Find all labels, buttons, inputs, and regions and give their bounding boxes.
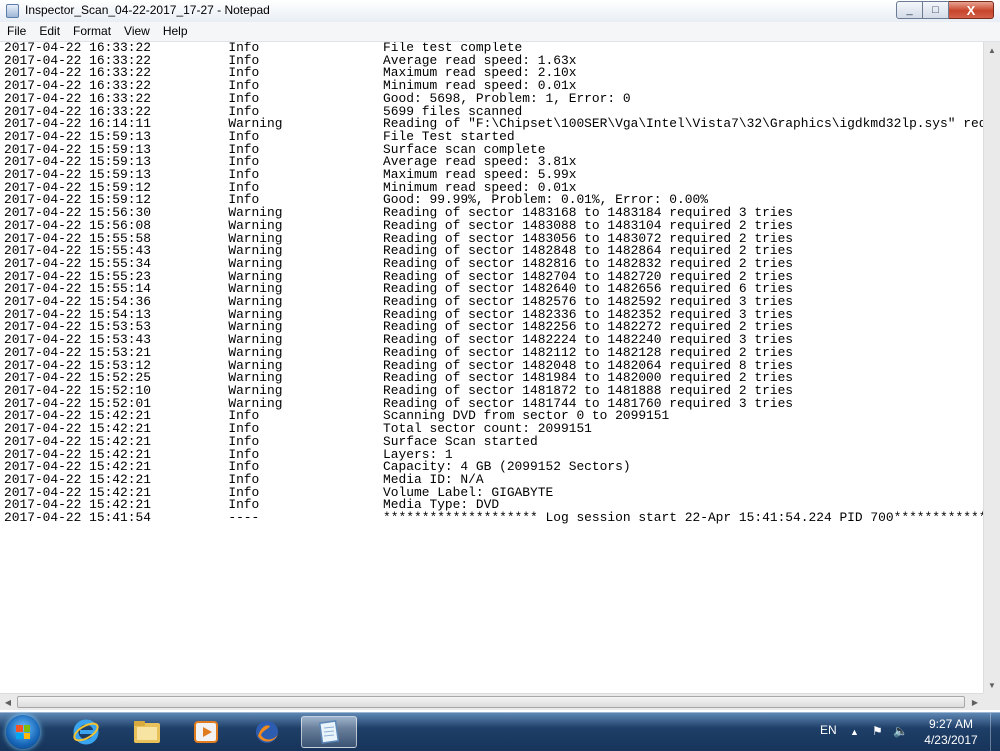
minimize-icon: _ <box>906 4 913 16</box>
firefox-icon <box>256 721 278 743</box>
language-indicator[interactable]: EN <box>820 723 837 737</box>
scroll-down-icon[interactable]: ▼ <box>984 677 1000 693</box>
scroll-right-icon[interactable]: ▶ <box>967 694 983 710</box>
speaker-icon[interactable]: 🔈 <box>893 724 908 738</box>
windows-logo-icon <box>16 725 30 739</box>
clock-time: 9:27 AM <box>928 717 974 731</box>
folder-icon <box>134 721 160 743</box>
internet-explorer-icon <box>73 719 99 745</box>
horizontal-scroll-thumb[interactable] <box>17 696 965 708</box>
scroll-left-icon[interactable]: ◀ <box>0 694 16 710</box>
close-button[interactable]: X <box>949 1 994 19</box>
menu-help[interactable]: Help <box>156 22 194 41</box>
menu-view[interactable]: View <box>117 22 156 41</box>
minimize-button[interactable]: _ <box>896 1 923 19</box>
taskbar: EN ▲ ⚑ 🔈 9:27 AM 4/23/2017 <box>0 712 1000 751</box>
notepad-window: Inspector_Scan_04-22-2017_17-27 - Notepa… <box>0 0 1000 712</box>
taskbar-notepad[interactable] <box>301 716 357 748</box>
scroll-up-icon[interactable]: ▲ <box>984 42 1000 58</box>
media-player-icon <box>194 721 218 743</box>
window-title: Inspector_Scan_04-22-2017_17-27 - Notepa… <box>25 3 270 17</box>
menu-format[interactable]: Format <box>66 22 117 41</box>
maximize-button[interactable]: □ <box>923 1 949 19</box>
taskbar-file-explorer[interactable] <box>121 716 173 748</box>
window-controls: _ □ X <box>896 1 994 20</box>
start-button[interactable] <box>6 715 40 749</box>
network-icon[interactable]: ⚑ <box>872 724 883 738</box>
horizontal-scrollbar[interactable]: ◀ ▶ <box>0 693 983 710</box>
title-bar[interactable]: Inspector_Scan_04-22-2017_17-27 - Notepa… <box>0 0 1000 23</box>
clock-date: 4/23/2017 <box>924 733 978 747</box>
restore-icon: □ <box>932 4 939 16</box>
taskbar-firefox[interactable] <box>241 716 293 748</box>
taskbar-internet-explorer[interactable] <box>60 716 112 748</box>
show-desktop-button[interactable] <box>990 713 1000 751</box>
menu-bar: File Edit Format View Help <box>0 22 1000 42</box>
taskbar-media-player[interactable] <box>180 716 232 748</box>
menu-file[interactable]: File <box>0 22 32 41</box>
close-icon: X <box>966 2 976 18</box>
notepad-icon[interactable] <box>6 4 19 18</box>
notepad-app-icon <box>318 720 340 744</box>
log-text[interactable]: 2017-04-22 16:33:22 Info File test compl… <box>0 42 983 525</box>
resize-grip[interactable] <box>983 693 1000 710</box>
vertical-scrollbar[interactable]: ▲ ▼ <box>983 42 1000 693</box>
show-hidden-icons-icon[interactable]: ▲ <box>850 727 859 737</box>
text-editor[interactable]: 2017-04-22 16:33:22 Info File test compl… <box>0 42 983 693</box>
menu-edit[interactable]: Edit <box>32 22 66 41</box>
system-clock[interactable]: 9:27 AM 4/23/2017 <box>918 716 984 748</box>
